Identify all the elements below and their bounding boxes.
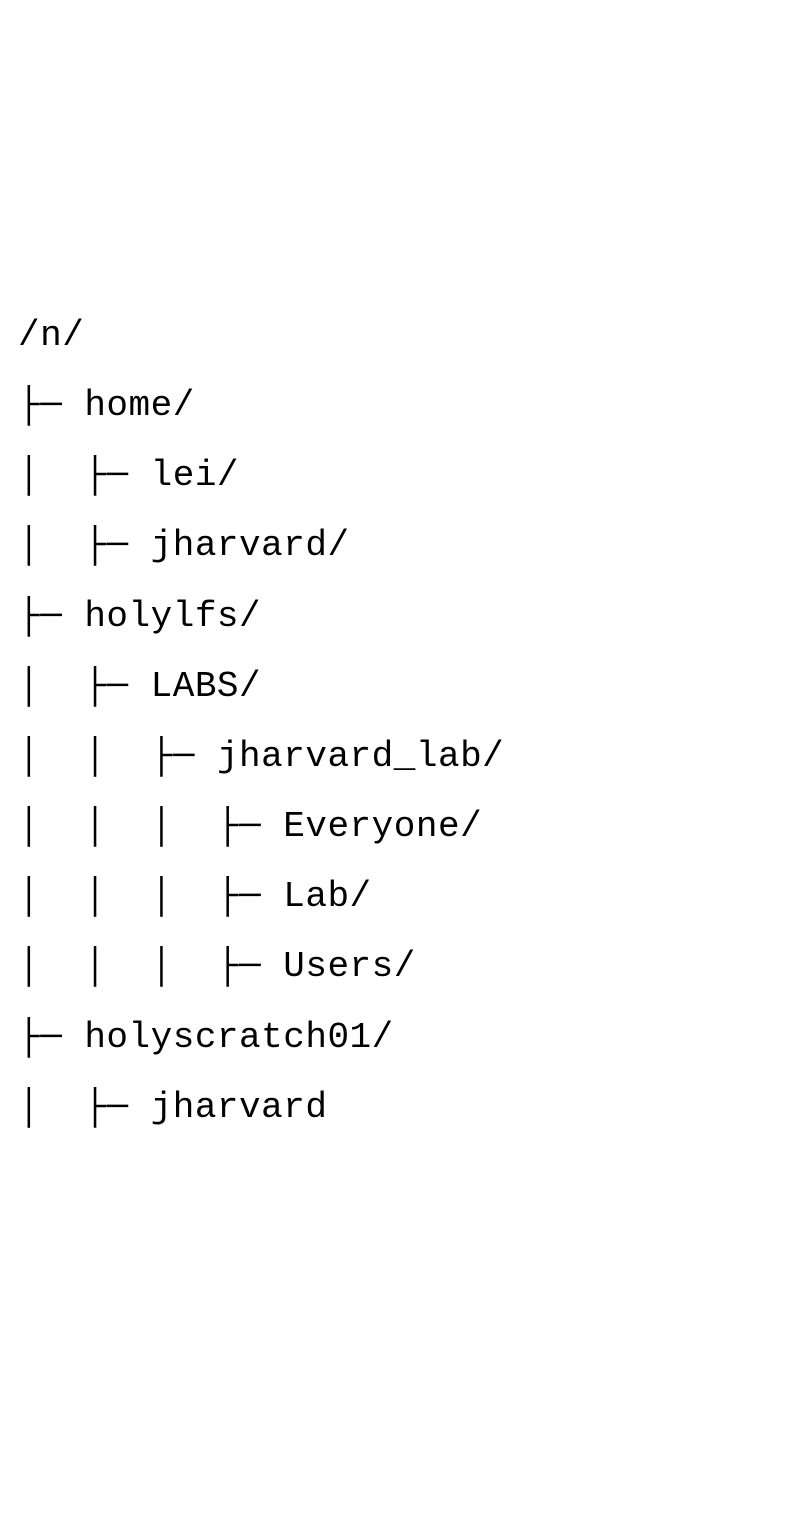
tree-node: │ ├─ lei/ xyxy=(18,441,786,511)
tree-node-label: holylfs/ xyxy=(84,596,261,637)
tree-prefix: ├─ xyxy=(18,385,84,426)
tree-prefix: │ │ │ ├─ xyxy=(18,806,283,847)
tree-node-label: home/ xyxy=(84,385,195,426)
tree-node-label: jharvard_lab/ xyxy=(217,736,504,777)
tree-node: │ │ │ ├─ Everyone/ xyxy=(18,792,786,862)
tree-node-label: Lab/ xyxy=(283,876,371,917)
tree-prefix: ├─ xyxy=(18,596,84,637)
tree-node: ├─ home/ xyxy=(18,371,786,441)
tree-node: │ │ ├─ jharvard_lab/ xyxy=(18,722,786,792)
tree-prefix: │ ├─ xyxy=(18,525,151,566)
tree-node: ├─ holyscratch01/ xyxy=(18,1003,786,1073)
tree-root: /n/ xyxy=(18,301,786,371)
tree-prefix: │ │ │ ├─ xyxy=(18,876,283,917)
tree-prefix: ├─ xyxy=(18,1017,84,1058)
tree-prefix: │ ├─ xyxy=(18,455,151,496)
tree-node-label: Everyone/ xyxy=(283,806,482,847)
tree-node: ├─ holylfs/ xyxy=(18,582,786,652)
tree-node-label: Users/ xyxy=(283,946,416,987)
tree-node-label: holyscratch01/ xyxy=(84,1017,393,1058)
tree-node-label: LABS/ xyxy=(151,666,262,707)
tree-node-label: jharvard/ xyxy=(151,525,350,566)
tree-node: │ │ │ ├─ Users/ xyxy=(18,932,786,1002)
tree-prefix: │ ├─ xyxy=(18,1087,151,1128)
tree-prefix: │ ├─ xyxy=(18,666,151,707)
tree-prefix: │ │ │ ├─ xyxy=(18,946,283,987)
tree-node: │ ├─ jharvard/ xyxy=(18,511,786,581)
tree-node: │ ├─ LABS/ xyxy=(18,652,786,722)
tree-node: │ ├─ jharvard xyxy=(18,1073,786,1143)
tree-node: │ │ │ ├─ Lab/ xyxy=(18,862,786,932)
tree-node-label: jharvard xyxy=(151,1087,328,1128)
tree-prefix: │ │ ├─ xyxy=(18,736,217,777)
tree-node-label: lei/ xyxy=(151,455,239,496)
